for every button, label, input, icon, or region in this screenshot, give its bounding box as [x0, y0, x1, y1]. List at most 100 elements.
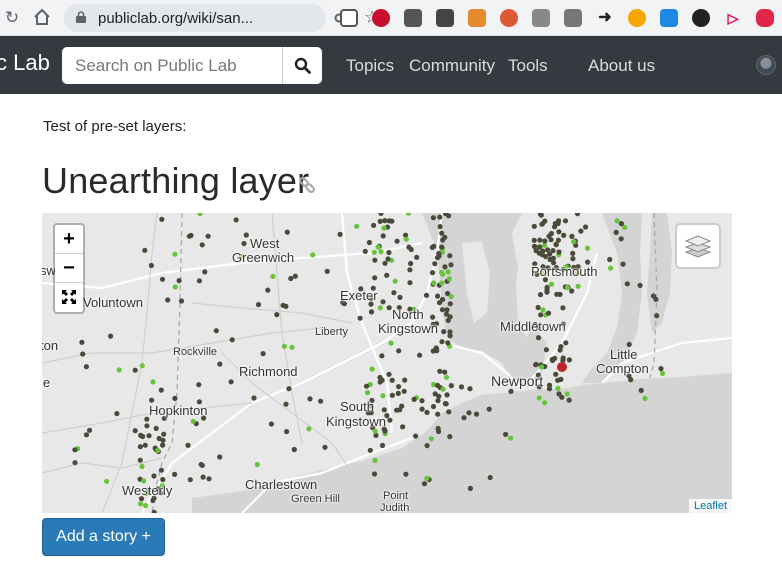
- map-marker: [377, 218, 383, 224]
- map-marker: [557, 291, 563, 297]
- map-marker: [392, 278, 398, 284]
- link-icon[interactable]: [298, 176, 316, 194]
- map-marker: [108, 333, 114, 339]
- map-marker: [363, 383, 370, 389]
- map-marker: [156, 435, 162, 442]
- map-marker: [322, 444, 328, 450]
- coin-extension-icon[interactable]: [628, 9, 646, 27]
- map-marker: [545, 310, 552, 316]
- search-input[interactable]: [62, 47, 280, 84]
- map-marker: [503, 431, 509, 437]
- map-marker: [83, 364, 89, 370]
- fullscreen-button[interactable]: [55, 283, 83, 312]
- home-icon[interactable]: [32, 8, 52, 28]
- pocket-extension-icon[interactable]: [340, 9, 358, 27]
- map-marker: [407, 280, 413, 286]
- map-marker: [307, 396, 313, 402]
- yellow-dot-extension-icon[interactable]: [692, 9, 710, 27]
- map-marker: [380, 299, 386, 305]
- adblock-extension-icon[interactable]: [372, 9, 390, 27]
- map-marker: [139, 463, 145, 470]
- map-marker: [142, 442, 148, 448]
- site-brand[interactable]: c Lab: [0, 50, 50, 76]
- map-marker: [132, 367, 138, 373]
- map-marker: [535, 335, 542, 341]
- map-marker: [618, 221, 625, 227]
- map-marker: [659, 370, 666, 376]
- map-marker: [583, 224, 589, 230]
- drive-extension-icon[interactable]: [564, 9, 582, 27]
- arrow-extension-icon[interactable]: ➜: [596, 9, 614, 27]
- dots-extension-icon[interactable]: [756, 9, 774, 27]
- address-bar[interactable]: publiclab.org/wiki/san... ☆: [64, 4, 380, 32]
- map-marker: [440, 271, 446, 277]
- map-marker: [637, 282, 643, 288]
- camera-extension-icon[interactable]: [404, 9, 422, 27]
- map-attribution-link[interactable]: Leaflet: [688, 499, 732, 513]
- browser-toolbar: ↻ publiclab.org/wiki/san... ☆ ➜ ▷: [0, 0, 782, 36]
- map-marker: [569, 233, 575, 239]
- map-marker: [411, 396, 417, 402]
- map-marker: [400, 424, 406, 430]
- map-marker: [428, 436, 434, 442]
- map-marker: [403, 471, 409, 477]
- map-marker: [561, 232, 567, 238]
- map-marker: [324, 268, 330, 274]
- zoom-out-button[interactable]: −: [55, 254, 83, 283]
- map-marker: [419, 406, 425, 412]
- map-marker: [148, 262, 154, 269]
- notepad-extension-icon[interactable]: [468, 9, 486, 27]
- map-marker: [337, 231, 343, 237]
- skype-extension-icon[interactable]: [532, 9, 550, 27]
- map-marker: [289, 344, 295, 350]
- map-marker: [533, 248, 539, 254]
- map-marker: [608, 265, 614, 271]
- map-marker: [654, 313, 660, 319]
- map-marker: [430, 215, 436, 221]
- duckduckgo-extension-icon[interactable]: [500, 9, 518, 27]
- map-marker: [389, 377, 395, 383]
- map-marker: [80, 351, 86, 357]
- reload-icon[interactable]: ↻: [2, 8, 22, 28]
- map-marker: [556, 249, 562, 255]
- map-marker: [445, 340, 451, 346]
- map-marker: [255, 302, 262, 308]
- map-marker: [161, 431, 167, 437]
- calendar-extension-icon[interactable]: [660, 9, 678, 27]
- map-marker: [553, 242, 559, 248]
- nav-link-about-us[interactable]: About us: [588, 56, 655, 76]
- map-marker: [140, 433, 146, 440]
- place-label-portsmouth: Portsmouth: [531, 264, 598, 279]
- add-story-button[interactable]: Add a story +: [42, 518, 165, 556]
- zoom-in-button[interactable]: +: [55, 225, 83, 254]
- map-marker: [447, 253, 453, 259]
- map-marker: [394, 238, 400, 244]
- map-marker: [563, 340, 569, 346]
- nav-link-tools[interactable]: Tools: [508, 56, 548, 76]
- map-marker: [151, 473, 157, 479]
- map-marker: [546, 386, 553, 392]
- map-marker: [137, 457, 143, 463]
- map-marker: [372, 257, 378, 263]
- user-avatar[interactable]: [756, 55, 776, 75]
- nav-link-topics[interactable]: Topics: [346, 56, 394, 76]
- map-marker: [620, 261, 626, 267]
- map-marker: [536, 395, 542, 401]
- map-marker: [444, 374, 450, 380]
- map-marker: [578, 228, 584, 234]
- layers-control-button[interactable]: [675, 223, 721, 269]
- map-marker: [437, 224, 443, 230]
- nav-link-community[interactable]: Community: [409, 56, 495, 76]
- c-extension-icon[interactable]: [436, 9, 454, 27]
- search-button[interactable]: [283, 47, 322, 84]
- map-marker: [380, 393, 386, 399]
- map-marker: [550, 357, 556, 363]
- map-marker: [382, 260, 388, 266]
- map-marker: [401, 388, 407, 394]
- map-marker: [172, 251, 178, 257]
- play-extension-icon[interactable]: ▷: [724, 9, 742, 27]
- map-view[interactable]: West Greenwich Exeter North Kingstown Vo…: [42, 213, 732, 513]
- map-marker: [280, 302, 286, 308]
- map-marker: [446, 276, 452, 282]
- map-marker: [72, 460, 78, 466]
